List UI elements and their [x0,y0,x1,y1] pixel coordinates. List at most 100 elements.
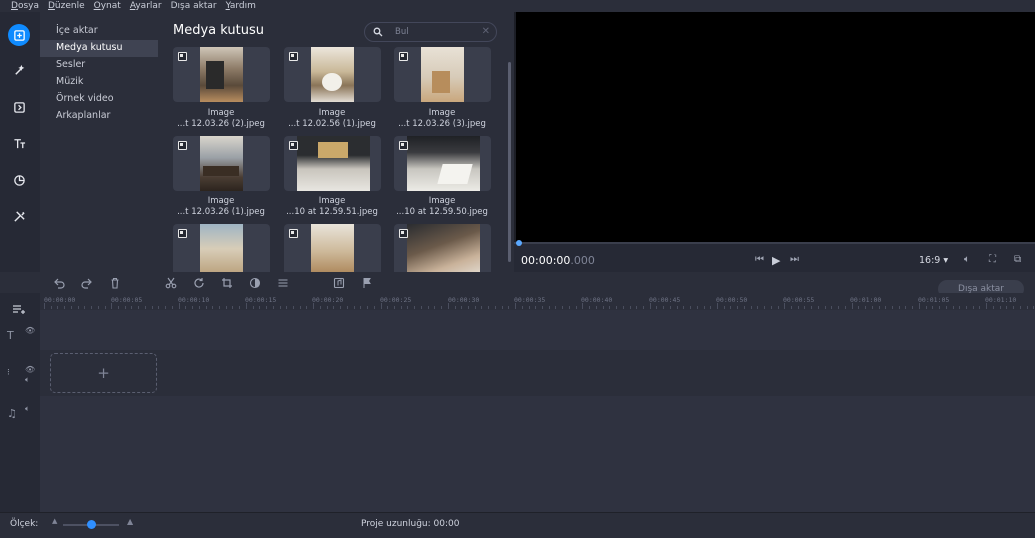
ruler-tick-label: 00:00:55 [783,296,815,304]
ruler-tick [535,306,537,309]
ruler-tick [259,306,261,309]
ruler-tick [407,306,409,309]
effects-tool-button[interactable] [8,59,30,81]
add-track-icon[interactable] [12,303,26,315]
ruler-tick [797,306,799,309]
search-input[interactable] [395,25,475,39]
media-thumbnail[interactable] [394,47,491,102]
audio-properties-icon[interactable] [333,277,345,289]
media-thumbnail[interactable] [284,47,381,102]
category-sounds[interactable]: Sesler [40,57,158,74]
skip-forward-icon[interactable]: ⏭ [790,254,799,265]
detach-preview-icon[interactable]: ⧉ [1014,254,1021,265]
import-tool-button[interactable] [8,24,30,46]
media-thumbnail[interactable] [173,136,270,191]
ruler-tick [427,306,429,309]
mute-icon[interactable]: 🔈︎ [25,404,30,414]
ruler-tick [252,306,254,309]
ruler-tick [757,306,759,309]
ruler-tick [104,306,106,309]
ruler-tick [966,306,967,309]
zoom-in-icon[interactable]: ▲ [127,517,133,526]
ruler-tick [582,303,584,309]
add-media-dropzone[interactable]: + [50,353,157,393]
visibility-eye-icon[interactable]: 👁︎ [25,326,35,335]
timeline-ruler[interactable]: 00:00:00 00:00:05 00:00:10 00:00:15 00:0… [40,293,1035,310]
marker-flag-icon[interactable] [361,277,373,289]
media-thumbnail[interactable] [173,224,270,272]
ruler-tick [636,306,638,309]
cut-icon[interactable] [165,277,177,289]
seek-handle[interactable] [516,240,522,246]
crop-icon[interactable] [221,277,233,289]
ruler-tick [622,306,624,309]
aspect-ratio-select[interactable]: 16:9 ▾ [919,255,948,266]
ruler-tick [844,306,846,309]
stickers-tool-button[interactable] [8,169,30,191]
media-scrollbar[interactable] [508,62,511,262]
media-thumbnail[interactable] [394,136,491,191]
visibility-eye-icon[interactable]: 👁︎ [25,365,35,374]
ruler-tick [542,306,544,309]
text-track[interactable] [40,310,1035,350]
category-import[interactable]: İçe aktar [40,23,158,40]
undo-icon[interactable] [53,277,65,289]
rotate-icon[interactable] [193,277,205,289]
ruler-tick [669,306,671,309]
ruler-tick [144,306,146,309]
transitions-tool-button[interactable] [8,96,30,118]
ruler-tick [824,306,826,309]
search-box[interactable]: ✕ [364,22,497,42]
audio-track[interactable] [40,396,1035,512]
delete-icon[interactable] [109,277,121,289]
ruler-tick [313,303,315,309]
ruler-tick [353,306,355,309]
clear-search-icon[interactable]: ✕ [482,26,490,37]
media-thumbnail[interactable] [394,224,491,272]
category-sample-video[interactable]: Örnek video [40,91,158,108]
video-track[interactable] [40,350,1035,396]
ruler-tick [326,306,328,309]
zoom-slider-knob[interactable] [86,520,96,529]
menu-export[interactable]: Dışa aktar [171,0,217,12]
seek-bar[interactable] [514,242,1035,244]
ruler-tick [467,306,469,309]
image-type-icon [178,52,187,61]
ruler-tick [111,303,113,309]
category-music[interactable]: Müzik [40,74,158,91]
ruler-tick [791,306,793,309]
more-tools-button[interactable] [8,205,30,227]
ruler-tick [851,303,853,309]
mute-icon[interactable]: 🔈︎ [25,375,30,385]
media-thumbnail[interactable] [284,224,381,272]
media-item-label: Image ...t 12.03.26 (1).jpeg [177,196,265,217]
category-backgrounds[interactable]: Arkaplanlar [40,108,158,125]
zoom-slider[interactable] [63,520,119,529]
media-thumbnail[interactable] [173,47,270,102]
color-adjust-icon[interactable] [249,277,261,289]
ruler-tick [858,306,860,309]
menu-help[interactable]: Yardım [226,0,256,12]
category-panel: İçe aktar Medya kutusu Sesler Müzik Örne… [40,12,158,272]
zoom-out-icon[interactable]: ▲ [52,517,57,525]
volume-icon[interactable]: 🔈︎ [964,254,970,265]
menu-settings[interactable]: Ayarlar [130,0,162,12]
media-panel: Medya kutusu ✕ Image...t 12.03.26 (2).jp… [158,12,514,272]
fullscreen-icon[interactable]: ⛶ [989,254,996,265]
clip-properties-icon[interactable] [277,277,289,289]
menu-file[interactable]: Dosya [11,0,39,12]
text-icon [13,138,25,148]
image-type-icon [178,141,187,150]
media-thumbnail[interactable] [284,136,381,191]
menu-play[interactable]: Oynat [94,0,121,12]
ruler-tick [474,306,476,309]
skip-back-icon[interactable]: ⏮ [755,254,764,265]
ruler-tick-label: 00:00:05 [111,296,143,304]
titles-tool-button[interactable] [8,132,30,154]
category-media-bin[interactable]: Medya kutusu [40,40,158,57]
menu-edit[interactable]: Düzenle [48,0,85,12]
play-icon[interactable]: ▶ [772,254,780,267]
redo-icon[interactable] [81,277,93,289]
ruler-tick [272,306,274,309]
ruler-tick [77,306,79,309]
